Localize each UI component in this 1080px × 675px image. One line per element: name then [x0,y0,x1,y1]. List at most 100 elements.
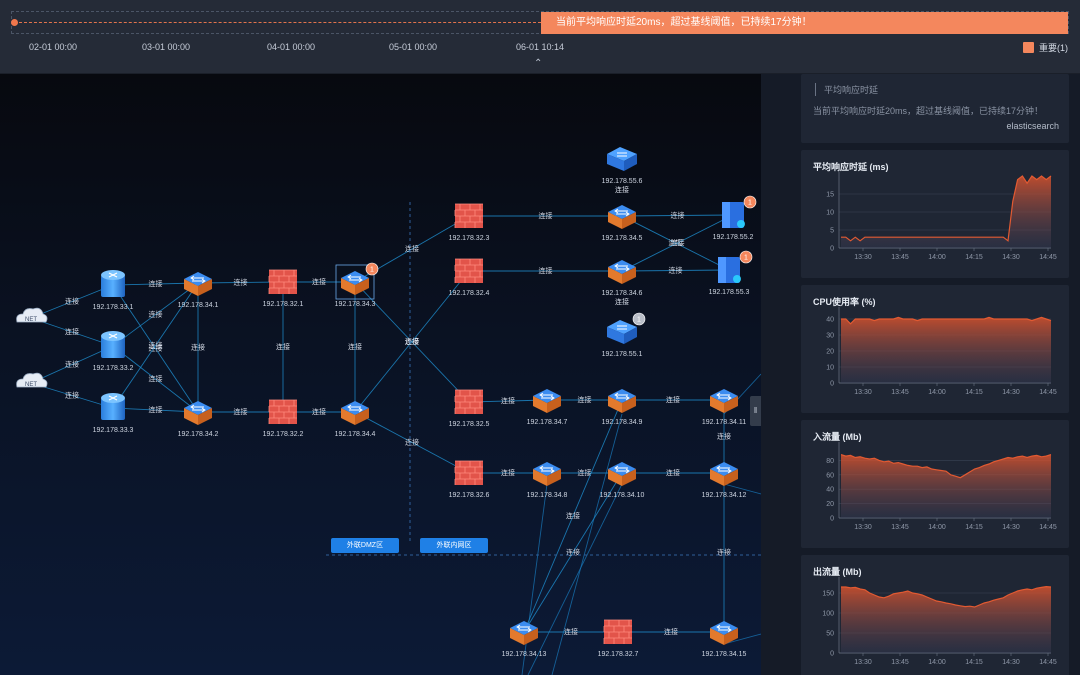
node-label: 192.178.33.1 [93,304,134,311]
node-label: 192.178.32.2 [263,431,304,438]
node-label: 192.178.55.6 [602,178,643,185]
topology-node-net[interactable]: NET [16,372,48,388]
timeline-start-handle[interactable] [11,19,18,26]
topology-graph[interactable]: 连接连接连接连接连接连接连接连接连接连接连接连接连接连接连接连接连接连接连接连接… [0,74,761,675]
y-tick-label: 0 [830,381,834,388]
node-label: 192.178.34.12 [702,492,747,499]
svg-text:1: 1 [370,267,374,274]
link-label: 连接 [149,405,163,414]
topology-node-firewall[interactable]: 192.178.32.3 [449,203,490,242]
node-label: 192.178.34.7 [527,419,568,426]
area-fill [841,454,1051,518]
topology-node-firewall[interactable]: 192.178.32.7 [598,619,639,658]
latency-chart[interactable]: 0 5 10 15 13:30 13:45 14:00 14:15 14:30 14:45 [801,150,1069,278]
alert-badge[interactable]: 1 [365,262,379,276]
link-label: 连接 [234,278,248,287]
outbound-chart-card[interactable]: 出流量 (Mb) 0 50 100 150 13:30 13:45 14:00 14:15 14… [801,555,1069,675]
topology-node-router[interactable]: 192.178.55.6连接 [602,147,643,194]
y-tick-label: 150 [822,591,834,598]
node-label: 192.178.32.3 [449,235,490,242]
topology-canvas[interactable]: 连接 连接 连接 连接 连接 连接 连接 连接 连接 连接 连接 连接 连接 连接 连接 连接 连接 连接 连接 连接… [0,74,761,675]
topology-node-server[interactable]: 192.178.33.2 [93,331,134,372]
alert-detail-card[interactable]: 平均响应时延 当前平均响应时延20ms，超过基线阈值，已持续17分钟！ elas… [801,74,1069,143]
panel-collapse-handle[interactable]: ‖ [750,396,761,426]
topology-node-host[interactable]: 192.178.55.2 1 [713,195,757,241]
node-label: 192.178.32.7 [598,651,639,658]
link-label: 连接 [65,391,79,400]
y-tick-label: 0 [830,651,834,658]
severity-legend[interactable]: 重要(1) [1023,41,1068,54]
alert-badge[interactable]: 1 [632,312,646,326]
zone-intranet-button[interactable]: 外联内网区 [420,538,488,553]
topology-node-firewall[interactable]: 192.178.32.4 [449,258,490,297]
topology-node-switch[interactable]: 192.178.34.9 [602,389,643,426]
x-tick-label: 13:45 [891,659,909,666]
link-label: 连接 [234,407,248,416]
inbound-traffic-chart[interactable]: 0 20 40 60 80 13:30 13:45 14:00 14:15 14:30 14:45 [801,420,1069,548]
topology-node-firewall[interactable]: 192.178.32.6 [449,460,490,499]
node-label: 192.178.34.4 [335,431,376,438]
x-tick-label: 14:30 [1002,659,1020,666]
node-label: 192.178.34.1 [178,302,219,309]
node-label: 192.178.32.6 [449,492,490,499]
topology-node-net[interactable]: NET [16,307,48,323]
timeline-tick: 06-01 10:14 [515,42,565,52]
x-tick-label: 13:30 [854,389,872,396]
link-label: 连接 [405,438,419,447]
x-tick-label: 14:15 [965,524,983,531]
node-label: 192.178.34.15 [702,651,747,658]
link-label: 连接 [149,374,163,383]
x-tick-label: 13:30 [854,524,872,531]
topology-node-firewall[interactable]: 192.178.32.5 [449,389,490,428]
chevron-up-icon[interactable]: ⌃ [534,58,542,69]
topology-node-switch[interactable]: 192.178.34.1 [178,272,219,309]
x-tick-label: 14:15 [965,254,983,261]
link-label: 连接 [501,468,515,477]
x-tick-label: 13:45 [891,389,909,396]
metrics-panel: 平均响应时延 当前平均响应时延20ms，超过基线阈值，已持续17分钟！ elas… [761,74,1080,675]
link-label: 连接 [666,395,680,404]
y-tick-label: 10 [826,365,834,372]
legend-label: 重要(1) [1039,43,1068,53]
cpu-chart-card[interactable]: CPU使用率 (%) 0 10 20 30 40 13:30 13:45 14:00 14:15… [801,285,1069,413]
link-label: 连接 [566,511,580,520]
alert-badge[interactable]: 1 [743,195,757,209]
timeline-tick: 05-01 00:00 [388,42,438,52]
topology-node-switch[interactable]: 192.178.34.6连接 [602,260,643,306]
link-label: 连接 [539,266,553,275]
topology-node-firewall[interactable]: 192.178.32.1 [263,269,304,308]
link-label: 连接 [539,211,553,220]
topology-node-switch[interactable]: 192.178.34.11 [702,389,746,426]
topology-node-switch[interactable]: 192.178.34.2 [178,401,219,438]
svg-text:1: 1 [748,200,752,207]
timeline-tick: 04-01 00:00 [266,42,316,52]
cpu-chart[interactable]: 0 10 20 30 40 13:30 13:45 14:00 14:15 14:30 14:45 [801,285,1069,413]
y-tick-label: 40 [826,317,834,324]
topology-node-switch[interactable]: 192.178.34.13 [502,621,547,658]
latency-chart-card[interactable]: 平均响应时延 (ms) 0 5 10 15 13:30 13:45 14:00 14:15 14… [801,150,1069,278]
x-tick-label: 13:30 [854,659,872,666]
alert-badge[interactable]: 1 [739,250,753,264]
y-tick-label: 60 [826,472,834,479]
topology-node-server[interactable]: 192.178.33.3 [93,393,134,434]
topology-node-switch[interactable]: 192.178.34.3 1 [335,262,379,308]
timeline-alert-banner[interactable]: 当前平均响应时延20ms，超过基线阈值，已持续17分钟！ [541,12,1068,34]
node-label: 192.178.33.2 [93,365,134,372]
legend-swatch [1023,42,1034,53]
node-label: 192.178.33.3 [93,427,134,434]
link-label: 连接 [671,211,685,220]
svg-text:1: 1 [744,255,748,262]
topology-node-switch[interactable]: 192.178.34.8 [527,462,568,499]
topology-node-switch[interactable]: 192.178.34.12 [702,462,747,499]
inbound-chart-card[interactable]: 入流量 (Mb) 0 20 40 60 80 13:30 13:45 14:00 14:15 14… [801,420,1069,548]
zone-dmz-button[interactable]: 外联DMZ区 [331,538,399,553]
topology-node-host[interactable]: 192.178.55.3 1 [709,250,753,296]
network-link[interactable] [521,483,548,675]
topology-node-switch[interactable]: 192.178.34.10 [600,462,645,499]
topology-node-switch[interactable]: 192.178.34.7 [527,389,568,426]
topology-node-firewall[interactable]: 192.178.32.2 [263,399,304,438]
link-label: 连接 [578,468,592,477]
outbound-traffic-chart[interactable]: 0 50 100 150 13:30 13:45 14:00 14:15 14:30 14:45 [801,555,1069,675]
timeline-tick: 03-01 00:00 [141,42,191,52]
topology-node-router[interactable]: 192.178.55.1 1 [602,312,646,358]
